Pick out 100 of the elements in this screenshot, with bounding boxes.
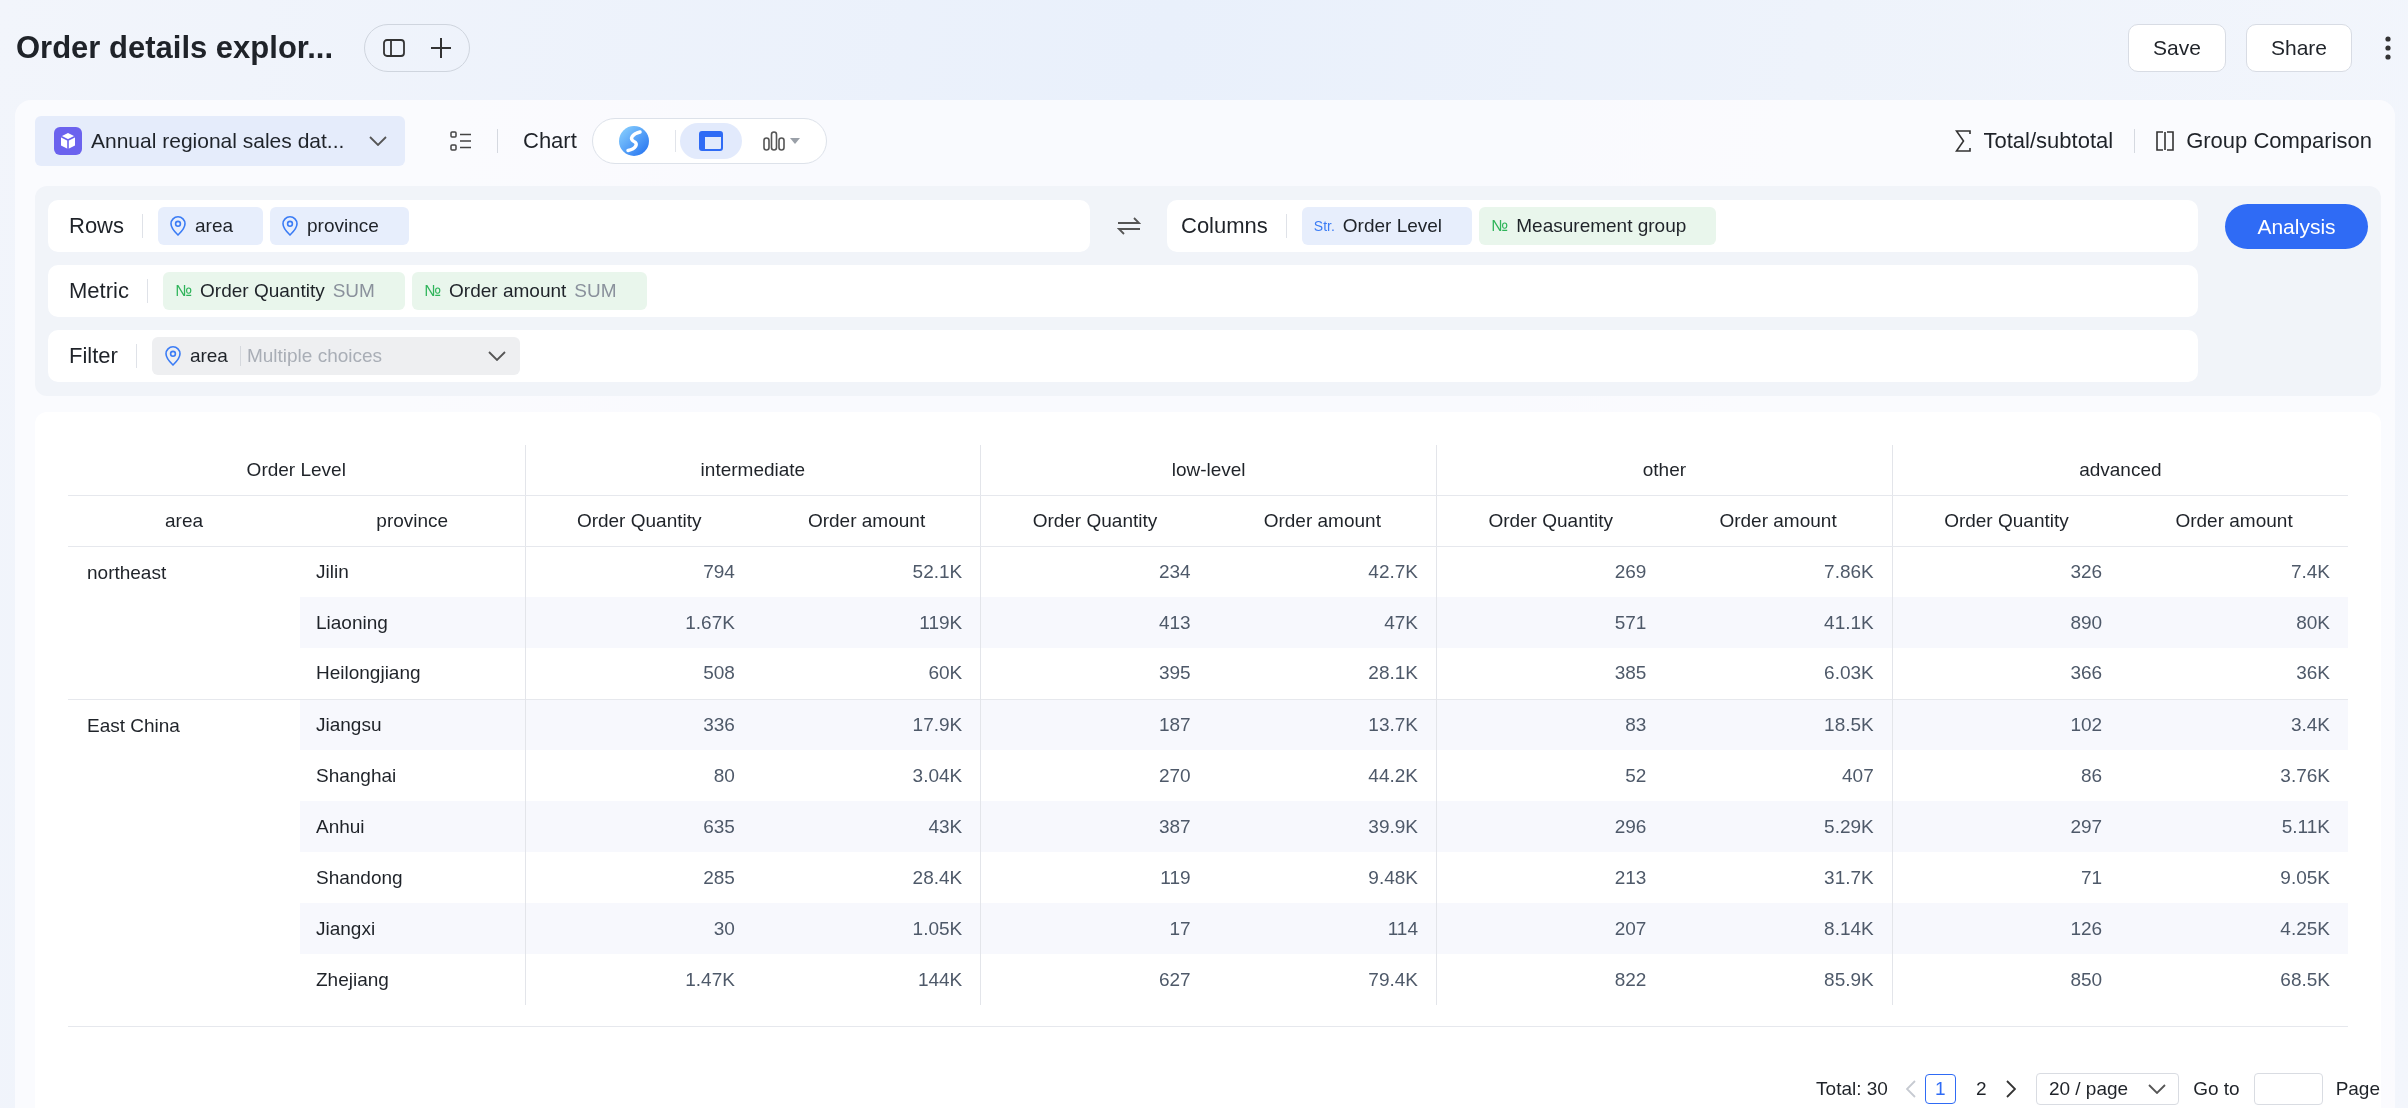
table-cell: 5.11K [2120,801,2348,852]
table-cell: 85.9K [1664,954,1893,1005]
swap-icon[interactable] [1116,217,1141,235]
aggregation-label: SUM [574,280,617,302]
table-cell: 60K [752,648,981,699]
table-cell: 387 [980,801,1209,852]
table-icon [698,131,723,151]
table-cell: 9.05K [2120,852,2348,903]
table-cell: 28.1K [1208,648,1437,699]
table-cell: 80K [2120,597,2348,648]
table-cell: 336 [525,699,753,750]
sidebar-icon[interactable] [383,39,405,57]
chevron-down-icon [369,136,387,146]
table-cell: 635 [525,801,753,852]
field-chip[interactable]: Str. Order Level [1301,207,1473,245]
field-chip[interactable]: area [158,207,264,245]
field-chip[interactable]: province [270,207,409,245]
table-cell: 1.47K [525,954,753,1005]
row-header-cell: Anhui [300,801,525,852]
column-header: Order Quantity [525,495,753,546]
pin-icon [170,216,186,236]
filter-select[interactable]: area Multiple choices [151,337,520,375]
table-cell: 890 [1892,597,2121,648]
page-input[interactable] [2253,1073,2323,1105]
field-name: Order amount [449,280,567,302]
field-chip[interactable]: № Measurement group [1479,207,1717,245]
total-count: Total: 30 [1816,1078,1888,1100]
plus-icon[interactable] [431,38,451,58]
table-cell: 30 [525,903,753,954]
table-cell: 68.5K [2120,954,2348,1005]
compare-icon [2156,131,2175,151]
page-button[interactable]: 2 [1965,1074,1997,1104]
table-cell: 4.25K [2120,903,2348,954]
table-cell: 43K [752,801,981,852]
more-icon[interactable] [2385,36,2391,60]
column-group-header: other [1436,445,1893,495]
number-type-tag: № [1491,217,1509,235]
column-header: area [68,495,300,546]
page-title: Order details explor... [16,30,333,66]
table-cell: 7.4K [2120,546,2348,597]
row-header-cell: Jilin [300,546,525,597]
group-comparison-button[interactable]: Group Comparison [2156,128,2372,154]
analysis-button[interactable]: Analysis [2225,204,2368,249]
action-button[interactable]: Share [2245,24,2352,72]
table-cell: 3.04K [752,750,981,801]
shelf-label: Columns [1181,213,1268,239]
shelf-label: Metric [69,278,129,304]
list-icon[interactable] [450,131,472,151]
row-header-cell: Heilongjiang [300,648,525,699]
column-header: province [300,495,525,546]
column-header: Order amount [1664,495,1893,546]
table-cell: 52.1K [752,546,981,597]
table-cell: 47K [1208,597,1437,648]
shelf-label: Rows [69,213,124,239]
dataset-select[interactable]: Annual regional sales dat... [35,116,405,166]
chart-type-tab[interactable] [679,123,742,159]
next-page-icon[interactable] [2005,1080,2016,1098]
goto-label: Go to [2193,1078,2240,1100]
table-cell: 8.14K [1664,903,1893,954]
table-cell: 3.76K [2120,750,2348,801]
number-type-tag: № [174,282,193,300]
table-cell: 18.5K [1664,699,1893,750]
table-cell: 114 [1208,903,1437,954]
field-name: province [307,215,379,237]
chevron-down-icon [487,351,506,361]
table-cell: 850 [1892,954,2121,1005]
table-cell: 6.03K [1664,648,1893,699]
placeholder-text: Multiple choices [246,345,383,367]
table-cell: 571 [1436,597,1665,648]
subtotal-button[interactable]: Total/subtotal [1955,128,2114,154]
table-cell: 13.7K [1208,699,1437,750]
table-cell: 119K [752,597,981,648]
table-cell: 296 [1436,801,1665,852]
bar-chart-icon [763,131,786,151]
table-cell: 83 [1436,699,1665,750]
row-header-cell: northeast [68,546,300,699]
column-header: Order Quantity [1892,495,2121,546]
shelf-label: Filter [69,343,118,369]
table-cell: 5.29K [1664,801,1893,852]
field-chip[interactable]: № Order amount SUM [411,272,647,310]
row-header-cell: Shanghai [300,750,525,801]
page-button[interactable]: 1 [1924,1074,1956,1104]
swirl-logo-icon [618,126,649,156]
table-cell: 17 [980,903,1209,954]
chart-label: Chart [523,128,577,154]
row-header-cell: Jiangsu [300,699,525,750]
table-cell: 1.05K [752,903,981,954]
chevron-down-icon [2148,1084,2167,1094]
table-cell: 297 [1892,801,2121,852]
column-header: Order amount [752,495,981,546]
string-type-tag: Str. [1313,218,1335,234]
table-cell: 822 [1436,954,1665,1005]
page-label: Page [2335,1078,2380,1100]
table-cell: 28.4K [752,852,981,903]
field-chip[interactable]: № Order Quantity SUM [162,272,405,310]
page-size-select[interactable]: 20 / page [2035,1073,2180,1105]
field-name: area [189,345,228,367]
table-cell: 31.7K [1664,852,1893,903]
sigma-icon [1955,130,1972,152]
action-button[interactable]: Save [2128,24,2226,72]
